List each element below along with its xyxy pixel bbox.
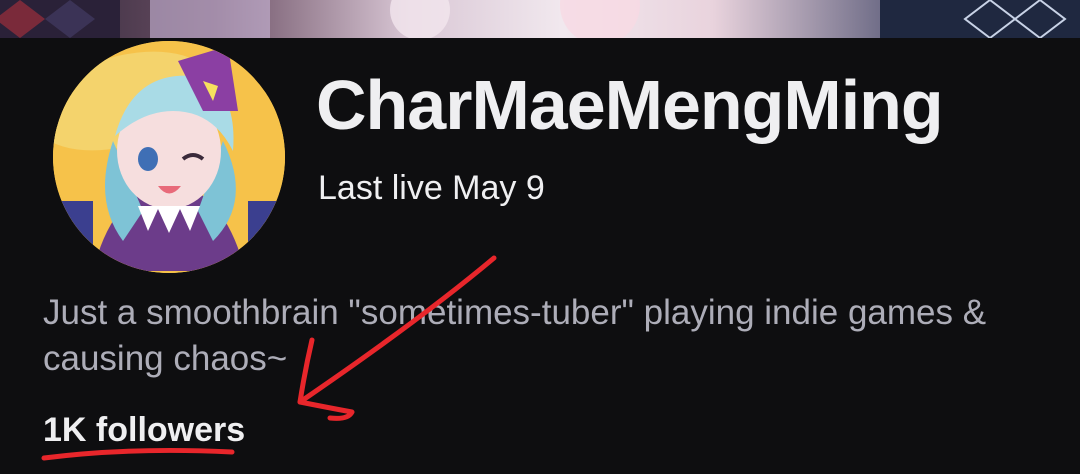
channel-bio: Just a smoothbrain "sometimes-tuber" pla… [43, 293, 987, 378]
channel-banner [0, 0, 1080, 38]
channel-avatar[interactable] [53, 41, 285, 273]
annotation-underline [41, 447, 235, 461]
followers-count[interactable]: 1K followers [43, 410, 245, 451]
banner-artwork [0, 0, 1080, 38]
channel-name: CharMaeMengMing [316, 66, 944, 144]
last-live-status: Last live May 9 [318, 169, 545, 207]
avatar-illustration [53, 41, 285, 273]
